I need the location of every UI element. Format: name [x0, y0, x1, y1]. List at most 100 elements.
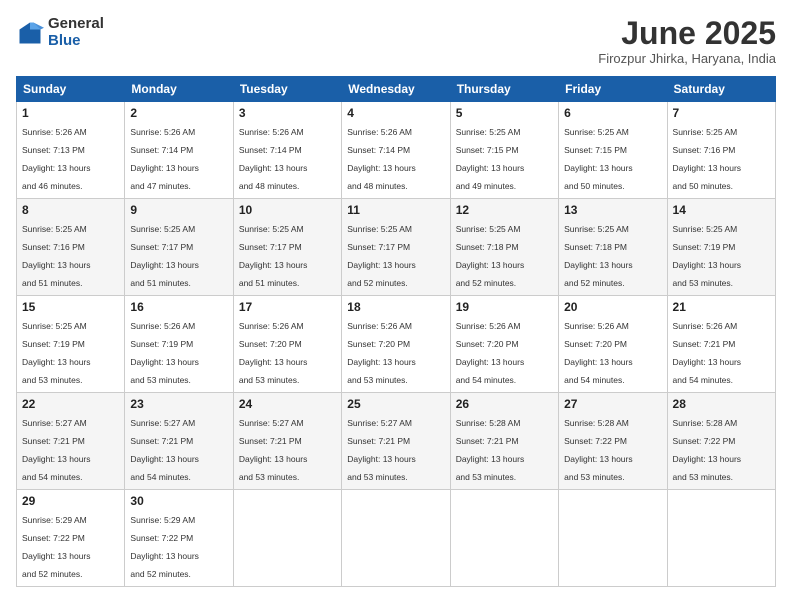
- day-number: 11: [347, 203, 444, 217]
- day-number: 19: [456, 300, 553, 314]
- table-row: 24 Sunrise: 5:27 AM Sunset: 7:21 PM Dayli…: [233, 393, 341, 490]
- day-number: 13: [564, 203, 661, 217]
- day-info: Sunrise: 5:29 AM Sunset: 7:22 PM Dayligh…: [22, 515, 91, 579]
- table-row: 11 Sunrise: 5:25 AM Sunset: 7:17 PM Dayli…: [342, 199, 450, 296]
- table-row: 20 Sunrise: 5:26 AM Sunset: 7:20 PM Dayli…: [559, 296, 667, 393]
- day-number: 23: [130, 397, 227, 411]
- logo: General Blue: [16, 16, 104, 49]
- table-row: 12 Sunrise: 5:25 AM Sunset: 7:18 PM Dayli…: [450, 199, 558, 296]
- day-info: Sunrise: 5:26 AM Sunset: 7:13 PM Dayligh…: [22, 127, 91, 191]
- table-row: 4 Sunrise: 5:26 AM Sunset: 7:14 PM Daylig…: [342, 102, 450, 199]
- day-info: Sunrise: 5:26 AM Sunset: 7:21 PM Dayligh…: [673, 321, 742, 385]
- day-info: Sunrise: 5:25 AM Sunset: 7:17 PM Dayligh…: [239, 224, 308, 288]
- table-row: 8Sunrise: 5:25 AM Sunset: 7:16 PM Daylig…: [17, 199, 125, 296]
- day-info: Sunrise: 5:26 AM Sunset: 7:14 PM Dayligh…: [239, 127, 308, 191]
- table-row: 22 Sunrise: 5:27 AM Sunset: 7:21 PM Dayli…: [17, 393, 125, 490]
- table-row: [559, 490, 667, 587]
- day-info: Sunrise: 5:25 AM Sunset: 7:17 PM Dayligh…: [130, 224, 199, 288]
- table-row: 25 Sunrise: 5:27 AM Sunset: 7:21 PM Dayli…: [342, 393, 450, 490]
- day-number: 30: [130, 494, 227, 508]
- header-friday: Friday: [559, 77, 667, 102]
- day-info: Sunrise: 5:25 AM Sunset: 7:19 PM Dayligh…: [22, 321, 91, 385]
- table-row: 26 Sunrise: 5:28 AM Sunset: 7:21 PM Dayli…: [450, 393, 558, 490]
- table-row: 21 Sunrise: 5:26 AM Sunset: 7:21 PM Dayli…: [667, 296, 775, 393]
- day-number: 2: [130, 106, 227, 120]
- table-row: 14Sunrise: 5:25 AM Sunset: 7:19 PM Dayli…: [667, 199, 775, 296]
- table-row: 18 Sunrise: 5:26 AM Sunset: 7:20 PM Dayli…: [342, 296, 450, 393]
- table-row: 29 Sunrise: 5:29 AM Sunset: 7:22 PM Dayli…: [17, 490, 125, 587]
- title-area: June 2025 Firozpur Jhirka, Haryana, Indi…: [598, 16, 776, 66]
- day-number: 1: [22, 106, 119, 120]
- day-number: 22: [22, 397, 119, 411]
- day-info: Sunrise: 5:26 AM Sunset: 7:14 PM Dayligh…: [347, 127, 416, 191]
- day-number: 28: [673, 397, 770, 411]
- day-info: Sunrise: 5:25 AM Sunset: 7:15 PM Dayligh…: [564, 127, 633, 191]
- day-number: 5: [456, 106, 553, 120]
- day-number: 3: [239, 106, 336, 120]
- day-info: Sunrise: 5:28 AM Sunset: 7:22 PM Dayligh…: [673, 418, 742, 482]
- day-number: 12: [456, 203, 553, 217]
- table-row: 16Sunrise: 5:26 AM Sunset: 7:19 PM Dayli…: [125, 296, 233, 393]
- header-thursday: Thursday: [450, 77, 558, 102]
- table-row: 28 Sunrise: 5:28 AM Sunset: 7:22 PM Dayli…: [667, 393, 775, 490]
- day-info: Sunrise: 5:27 AM Sunset: 7:21 PM Dayligh…: [347, 418, 416, 482]
- header-saturday: Saturday: [667, 77, 775, 102]
- day-number: 6: [564, 106, 661, 120]
- day-info: Sunrise: 5:25 AM Sunset: 7:16 PM Dayligh…: [673, 127, 742, 191]
- logo-general-text: General: [48, 16, 104, 33]
- table-row: 9 Sunrise: 5:25 AM Sunset: 7:17 PM Daylig…: [125, 199, 233, 296]
- header-monday: Monday: [125, 77, 233, 102]
- day-info: Sunrise: 5:25 AM Sunset: 7:18 PM Dayligh…: [456, 224, 525, 288]
- table-row: 27Sunrise: 5:28 AM Sunset: 7:22 PM Dayli…: [559, 393, 667, 490]
- header-wednesday: Wednesday: [342, 77, 450, 102]
- table-row: 13 Sunrise: 5:25 AM Sunset: 7:18 PM Dayli…: [559, 199, 667, 296]
- day-number: 4: [347, 106, 444, 120]
- day-number: 7: [673, 106, 770, 120]
- table-row: 17Sunrise: 5:26 AM Sunset: 7:20 PM Dayli…: [233, 296, 341, 393]
- table-row: 23 Sunrise: 5:27 AM Sunset: 7:21 PM Dayli…: [125, 393, 233, 490]
- day-info: Sunrise: 5:26 AM Sunset: 7:20 PM Dayligh…: [456, 321, 525, 385]
- table-row: [342, 490, 450, 587]
- location: Firozpur Jhirka, Haryana, India: [598, 51, 776, 66]
- day-info: Sunrise: 5:26 AM Sunset: 7:20 PM Dayligh…: [564, 321, 633, 385]
- day-info: Sunrise: 5:29 AM Sunset: 7:22 PM Dayligh…: [130, 515, 199, 579]
- day-info: Sunrise: 5:26 AM Sunset: 7:20 PM Dayligh…: [347, 321, 416, 385]
- day-number: 20: [564, 300, 661, 314]
- table-row: 2 Sunrise: 5:26 AM Sunset: 7:14 PM Daylig…: [125, 102, 233, 199]
- day-info: Sunrise: 5:25 AM Sunset: 7:17 PM Dayligh…: [347, 224, 416, 288]
- day-info: Sunrise: 5:28 AM Sunset: 7:21 PM Dayligh…: [456, 418, 525, 482]
- day-number: 21: [673, 300, 770, 314]
- day-info: Sunrise: 5:27 AM Sunset: 7:21 PM Dayligh…: [22, 418, 91, 482]
- day-info: Sunrise: 5:28 AM Sunset: 7:22 PM Dayligh…: [564, 418, 633, 482]
- table-row: [667, 490, 775, 587]
- day-number: 8: [22, 203, 119, 217]
- day-info: Sunrise: 5:25 AM Sunset: 7:18 PM Dayligh…: [564, 224, 633, 288]
- table-row: 5Sunrise: 5:25 AM Sunset: 7:15 PM Daylig…: [450, 102, 558, 199]
- day-number: 15: [22, 300, 119, 314]
- day-number: 26: [456, 397, 553, 411]
- table-row: 10 Sunrise: 5:25 AM Sunset: 7:17 PM Dayli…: [233, 199, 341, 296]
- day-number: 10: [239, 203, 336, 217]
- day-number: 9: [130, 203, 227, 217]
- table-row: [233, 490, 341, 587]
- day-info: Sunrise: 5:27 AM Sunset: 7:21 PM Dayligh…: [239, 418, 308, 482]
- day-number: 18: [347, 300, 444, 314]
- logo-icon: [16, 19, 44, 47]
- table-row: 30 Sunrise: 5:29 AM Sunset: 7:22 PM Dayli…: [125, 490, 233, 587]
- day-number: 14: [673, 203, 770, 217]
- header-sunday: Sunday: [17, 77, 125, 102]
- table-row: 7 Sunrise: 5:25 AM Sunset: 7:16 PM Daylig…: [667, 102, 775, 199]
- day-number: 29: [22, 494, 119, 508]
- day-number: 24: [239, 397, 336, 411]
- header-tuesday: Tuesday: [233, 77, 341, 102]
- day-info: Sunrise: 5:27 AM Sunset: 7:21 PM Dayligh…: [130, 418, 199, 482]
- logo-blue-text: Blue: [48, 33, 104, 50]
- month-title: June 2025: [598, 16, 776, 51]
- weekday-header-row: Sunday Monday Tuesday Wednesday Thursday…: [17, 77, 776, 102]
- day-number: 25: [347, 397, 444, 411]
- day-info: Sunrise: 5:26 AM Sunset: 7:20 PM Dayligh…: [239, 321, 308, 385]
- day-number: 16: [130, 300, 227, 314]
- table-row: 1 Sunrise: 5:26 AM Sunset: 7:13 PM Daylig…: [17, 102, 125, 199]
- day-info: Sunrise: 5:26 AM Sunset: 7:14 PM Dayligh…: [130, 127, 199, 191]
- table-row: 3 Sunrise: 5:26 AM Sunset: 7:14 PM Daylig…: [233, 102, 341, 199]
